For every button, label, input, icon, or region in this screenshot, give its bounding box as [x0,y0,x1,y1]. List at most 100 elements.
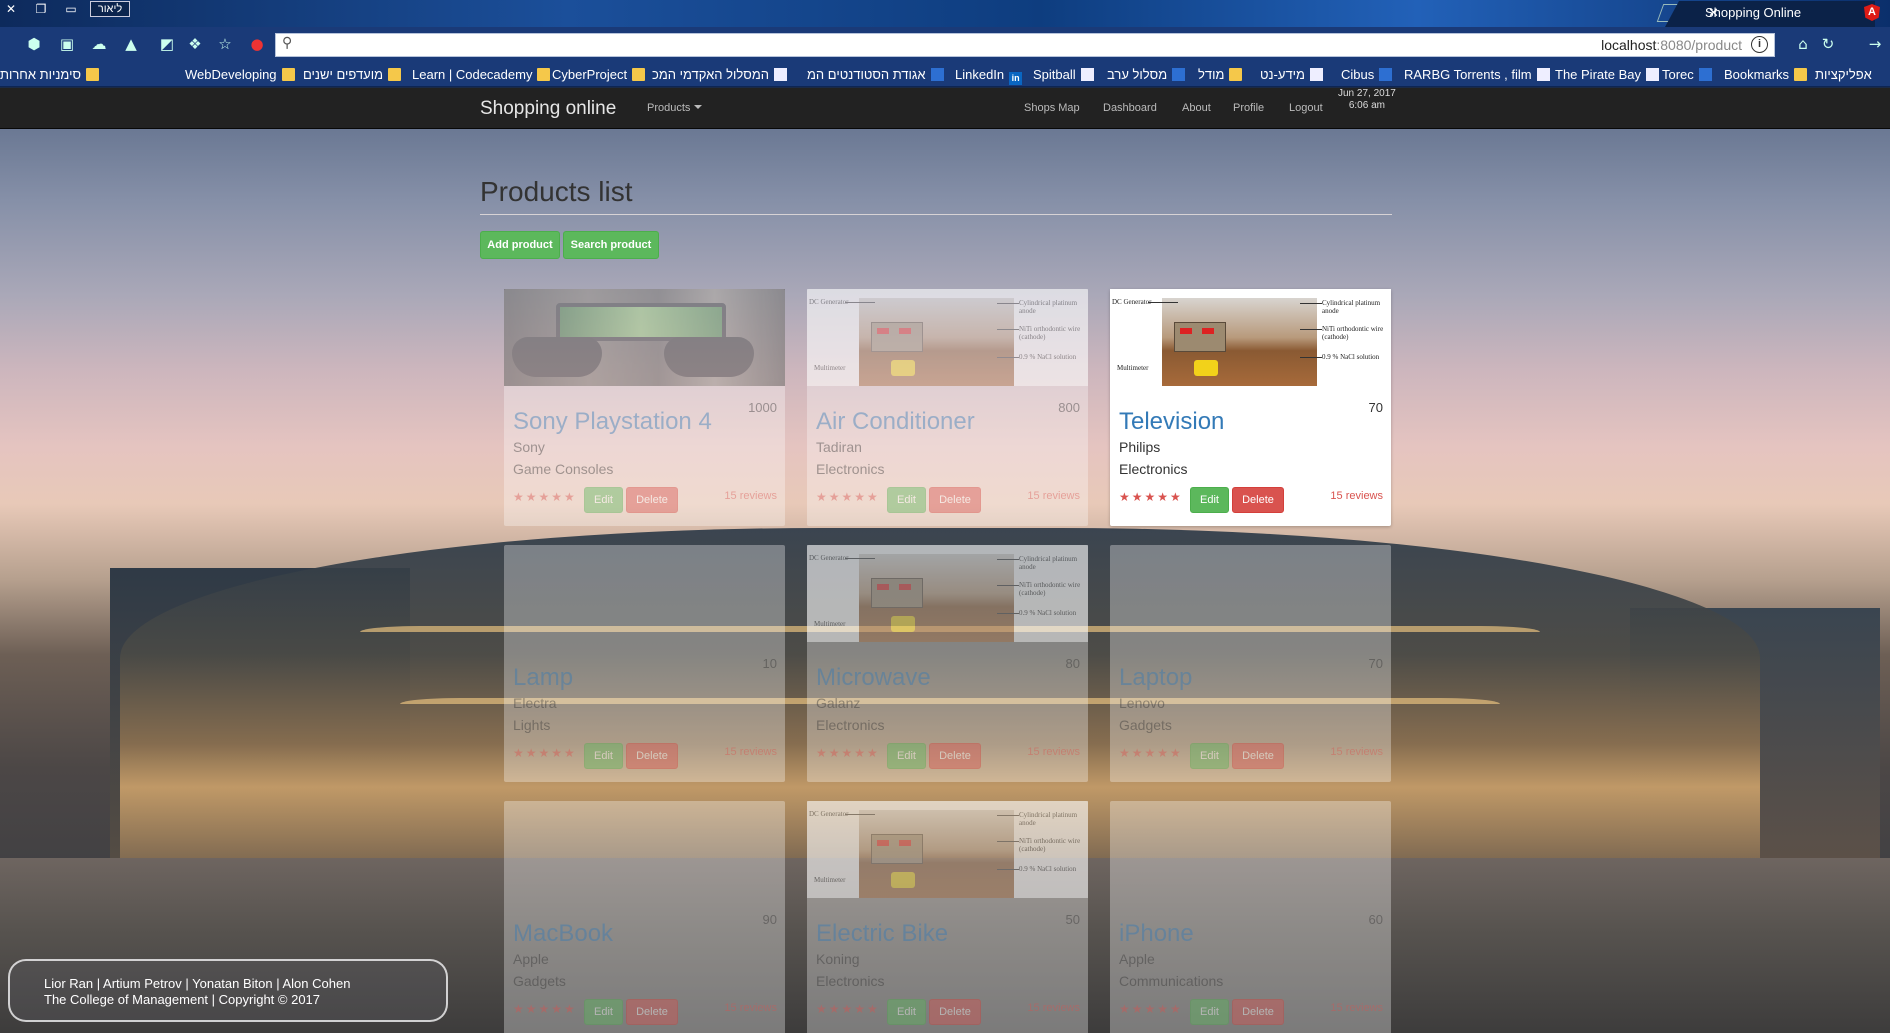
product-image[interactable]: DC Generator Cylindrical platinum anode NiT… [1110,289,1391,386]
rating-stars-icon[interactable]: ★★★★★ [816,1002,880,1016]
bookmark-meida[interactable]: מידע-נט [1260,66,1328,84]
delete-product-button[interactable]: Delete [929,487,981,513]
rating-stars-icon[interactable]: ★★★★★ [1119,746,1183,760]
dropbox-icon[interactable]: ❖ [185,34,205,54]
delete-product-button[interactable]: Delete [929,999,981,1025]
forward-icon[interactable]: → [1865,34,1885,54]
extension-page-icon[interactable]: ▣ [57,34,77,54]
delete-product-button[interactable]: Delete [1232,999,1284,1025]
home-icon[interactable]: ⌂ [1793,34,1813,54]
delete-product-button[interactable]: Delete [1232,743,1284,769]
product-category: Communications [1119,973,1224,989]
add-product-button[interactable]: Add product [480,231,560,259]
nav-logout[interactable]: Logout [1289,102,1323,114]
product-name[interactable]: iPhone [1119,920,1194,948]
bookmark-bookmarks[interactable]: Bookmarks [1724,66,1812,84]
rating-stars-icon[interactable]: ★★★★★ [513,1002,577,1016]
nav-products-dropdown[interactable]: Products [647,102,703,114]
product-reviews-link[interactable]: 15 reviews [1027,746,1080,758]
nav-profile[interactable]: Profile [1233,102,1264,114]
rating-stars-icon[interactable]: ★★★★★ [1119,1002,1183,1016]
delete-product-button[interactable]: Delete [929,743,981,769]
edit-product-button[interactable]: Edit [887,999,926,1025]
bookmark-piratebay[interactable]: The Pirate Bay [1555,66,1664,84]
tab-shopping-online[interactable]: Shopping Online [1665,1,1875,27]
product-reviews-link[interactable]: 15 reviews [1027,1002,1080,1014]
rating-stars-icon[interactable]: ★★★★★ [816,746,880,760]
tab-close-icon[interactable]: ✕ [1708,5,1719,21]
product-name[interactable]: MacBook [513,920,613,948]
site-brand[interactable]: Shopping online [480,98,616,120]
bookmark-rarbg[interactable]: RARBG Torrents , film [1404,66,1555,84]
google-drive-icon[interactable]: ▲ [121,34,141,54]
edit-product-button[interactable]: Edit [1190,487,1229,513]
product-name[interactable]: Television [1119,408,1224,436]
nav-dashboard[interactable]: Dashboard [1103,102,1157,114]
product-reviews-link[interactable]: 15 reviews [724,490,777,502]
address-url[interactable]: localhost:8080/product [1601,37,1742,53]
edit-product-button[interactable]: Edit [1190,999,1229,1025]
site-info-icon[interactable]: i [1751,36,1768,53]
product-name[interactable]: Lamp [513,664,573,692]
edit-product-button[interactable]: Edit [584,487,623,513]
bookmark-star-icon[interactable]: ☆ [215,34,235,54]
edit-product-button[interactable]: Edit [584,743,623,769]
pdf-icon[interactable]: ◩ [157,34,177,54]
bookmark-student-union[interactable]: אגודת הסטודנטים המ [807,66,949,84]
nav-about[interactable]: About [1182,102,1211,114]
moodle-icon [1229,68,1243,81]
bookmark-cibus[interactable]: Cibus [1341,66,1397,84]
product-image[interactable] [504,289,785,386]
product-reviews-link[interactable]: 15 reviews [1330,1002,1383,1014]
product-image[interactable]: DC Generator Cylindrical platinum anode NiT… [807,801,1088,898]
bookmark-cyberproject[interactable]: CyberProject [552,66,650,84]
product-reviews-link[interactable]: 15 reviews [1330,490,1383,502]
search-product-button[interactable]: Search product [563,231,659,259]
delete-product-button[interactable]: Delete [1232,487,1284,513]
bookmark-webdeveloping[interactable]: WebDeveloping [185,66,300,84]
extension-shield-icon[interactable]: ⬢ [24,34,44,54]
close-window-icon[interactable]: ✕ [0,0,22,18]
extension-cloud-icon[interactable]: ☁ [89,34,109,54]
edit-product-button[interactable]: Edit [584,999,623,1025]
product-image[interactable]: DC Generator Cylindrical platinum anode NiT… [807,289,1088,386]
product-name[interactable]: Sony Playstation 4 [513,408,712,436]
opera-icon[interactable]: ● [247,34,267,54]
address-bar[interactable]: ⚲ localhost:8080/product i [275,33,1775,57]
bookmark-apps[interactable]: אפליקציות [1815,66,1872,84]
edit-product-button[interactable]: Edit [887,743,926,769]
delete-product-button[interactable]: Delete [626,999,678,1025]
bookmark-evening[interactable]: מסלול ערב [1107,66,1190,84]
product-name[interactable]: Microwave [816,664,931,692]
product-name[interactable]: Electric Bike [816,920,948,948]
product-reviews-link[interactable]: 15 reviews [1330,746,1383,758]
rating-stars-icon[interactable]: ★★★★★ [513,746,577,760]
product-reviews-link[interactable]: 15 reviews [1027,490,1080,502]
edit-product-button[interactable]: Edit [1190,743,1229,769]
bookmark-old-favorites[interactable]: מועדפים ישנים [303,66,406,84]
nav-shops-map[interactable]: Shops Map [1024,102,1080,114]
minimize-window-icon[interactable]: ▭ [60,0,82,18]
bookmark-college[interactable]: המסלול האקדמי המכ [652,66,792,84]
bookmark-moodle[interactable]: מודל [1198,66,1247,84]
bookmark-linkedin[interactable]: LinkedIn in [955,66,1027,85]
product-image[interactable]: DC Generator Cylindrical platinum anode NiT… [807,545,1088,642]
bookmark-codecademy[interactable]: Learn | Codecademy [412,66,555,84]
bookmark-torec[interactable]: Torec [1662,66,1717,84]
diagram-label: NiTi orthodontic wire [1019,325,1081,333]
browser-profile-button[interactable]: ליאור [90,1,130,17]
rating-stars-icon[interactable]: ★★★★★ [513,490,577,504]
product-name[interactable]: Laptop [1119,664,1192,692]
reload-icon[interactable]: ↻ [1818,34,1838,54]
delete-product-button[interactable]: Delete [626,487,678,513]
bookmark-other[interactable]: סימניות אחרות [0,66,104,84]
delete-product-button[interactable]: Delete [626,743,678,769]
edit-product-button[interactable]: Edit [887,487,926,513]
product-reviews-link[interactable]: 15 reviews [724,746,777,758]
rating-stars-icon[interactable]: ★★★★★ [1119,490,1183,504]
product-reviews-link[interactable]: 15 reviews [724,1002,777,1014]
restore-window-icon[interactable]: ❐ [30,0,52,18]
rating-stars-icon[interactable]: ★★★★★ [816,490,880,504]
product-name[interactable]: Air Conditioner [816,408,975,436]
bookmark-spitball[interactable]: Spitball [1033,66,1099,84]
